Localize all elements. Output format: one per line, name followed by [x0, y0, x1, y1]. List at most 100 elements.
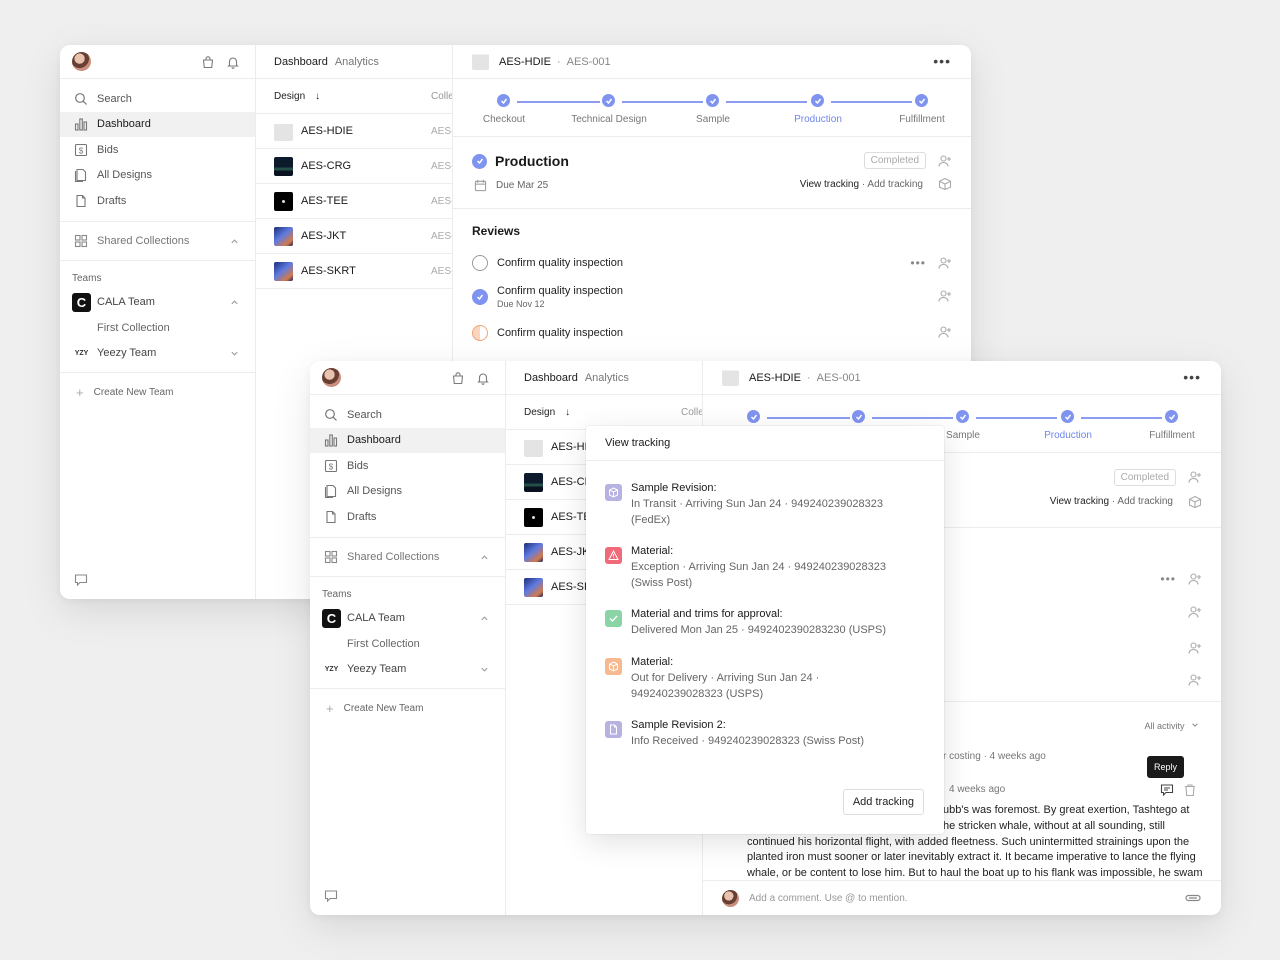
- tab-analytics[interactable]: Analytics: [335, 56, 379, 68]
- tracking-entry[interactable]: Sample Revision 2: Info Received · 949240…: [605, 718, 901, 749]
- sidebar-item-dashboard[interactable]: Dashboard: [60, 111, 255, 137]
- sidebar-item-search[interactable]: Search: [310, 402, 505, 428]
- add-person-icon[interactable]: [1188, 673, 1202, 687]
- team-cala[interactable]: C CALA Team: [310, 606, 505, 632]
- more-options-button[interactable]: •••: [933, 54, 951, 68]
- create-new-team-button[interactable]: + Create New Team: [310, 689, 505, 727]
- bell-icon[interactable]: [226, 55, 240, 69]
- create-new-team-button[interactable]: + Create New Team: [60, 373, 255, 411]
- column-design[interactable]: Design: [274, 91, 305, 102]
- sidebar-item-all-designs[interactable]: All Designs: [60, 163, 255, 189]
- table-row[interactable]: AES-JKT AES-: [256, 219, 454, 254]
- review-item[interactable]: Confirm quality inspection: [472, 325, 623, 341]
- shared-collections[interactable]: Shared Collections: [60, 222, 255, 260]
- step-check-icon[interactable]: [602, 94, 615, 107]
- chevron-up-icon[interactable]: [230, 237, 239, 246]
- table-row[interactable]: AES-TEE AES-: [256, 184, 454, 219]
- package-icon[interactable]: [1188, 495, 1202, 509]
- collection-item[interactable]: First Collection: [310, 631, 505, 657]
- add-tracking-button[interactable]: Add tracking: [842, 789, 924, 815]
- sidebar-item-bids[interactable]: $ Bids: [310, 453, 505, 479]
- add-person-icon[interactable]: [938, 154, 952, 168]
- comment-input[interactable]: Add a comment. Use @ to mention.: [749, 893, 908, 904]
- step-check-icon[interactable]: [811, 94, 824, 107]
- chevron-up-icon[interactable]: [480, 553, 489, 562]
- collection-item[interactable]: First Collection: [60, 315, 255, 341]
- view-tracking-link[interactable]: View tracking: [800, 179, 859, 190]
- add-person-icon[interactable]: [1188, 641, 1202, 655]
- sidebar-item-dashboard[interactable]: Dashboard: [310, 427, 505, 453]
- review-more-button[interactable]: •••: [1160, 572, 1176, 586]
- sort-arrow-icon[interactable]: ↓: [565, 407, 570, 418]
- team-yeezy[interactable]: YZY Yeezy Team: [310, 657, 505, 683]
- chat-icon[interactable]: [324, 889, 338, 903]
- shopping-bag-icon[interactable]: [451, 371, 465, 385]
- add-person-icon[interactable]: [938, 289, 952, 303]
- more-options-button[interactable]: •••: [1183, 370, 1201, 384]
- view-tracking-link[interactable]: View tracking: [1050, 496, 1109, 507]
- chevron-up-icon[interactable]: [230, 298, 239, 307]
- add-person-icon[interactable]: [938, 256, 952, 270]
- sidebar-item-all-designs[interactable]: All Designs: [310, 479, 505, 505]
- sort-arrow-icon[interactable]: ↓: [315, 91, 320, 102]
- step-label[interactable]: Production: [1013, 430, 1123, 441]
- bell-icon[interactable]: [476, 371, 490, 385]
- package-icon[interactable]: [938, 177, 952, 191]
- add-person-icon[interactable]: [1188, 470, 1202, 484]
- step-label[interactable]: Fulfillment: [867, 114, 971, 125]
- activity-filter[interactable]: All activity: [1144, 721, 1199, 731]
- add-person-icon[interactable]: [1188, 572, 1202, 586]
- team-cala[interactable]: C CALA Team: [60, 290, 255, 316]
- avatar[interactable]: [322, 368, 341, 387]
- shopping-bag-icon[interactable]: [201, 55, 215, 69]
- add-tracking-link[interactable]: Add tracking: [1117, 496, 1173, 507]
- step-check-icon[interactable]: [852, 410, 865, 423]
- step-check-icon[interactable]: [497, 94, 510, 107]
- check-icon[interactable]: [472, 289, 488, 305]
- team-yeezy[interactable]: YZY Yeezy Team: [60, 341, 255, 367]
- table-row[interactable]: AES-CRG AES-: [256, 149, 454, 184]
- add-person-icon[interactable]: [938, 325, 952, 339]
- chevron-down-icon[interactable]: [230, 349, 239, 358]
- review-item[interactable]: Confirm quality inspection Due Nov 12: [472, 285, 623, 309]
- column-design[interactable]: Design: [524, 407, 555, 418]
- tab-dashboard[interactable]: Dashboard: [274, 56, 328, 68]
- step-label[interactable]: Technical Design: [554, 114, 664, 125]
- column-collection[interactable]: Colle: [681, 407, 704, 418]
- sidebar-item-drafts[interactable]: Drafts: [60, 188, 255, 214]
- step-label[interactable]: Production: [763, 114, 873, 125]
- tab-dashboard[interactable]: Dashboard: [524, 372, 578, 384]
- add-person-icon[interactable]: [1188, 605, 1202, 619]
- tracking-entry[interactable]: Sample Revision: In Transit · Arriving Su…: [605, 481, 901, 528]
- table-row[interactable]: AES-HDIE AES-: [256, 114, 454, 149]
- step-check-icon[interactable]: [747, 410, 760, 423]
- step-check-icon[interactable]: [1165, 410, 1178, 423]
- tracking-entry[interactable]: Material and trims for approval: Delivere…: [605, 607, 901, 638]
- table-row[interactable]: AES-SKRT AES-: [256, 254, 454, 289]
- step-check-icon[interactable]: [915, 94, 928, 107]
- step-check-icon[interactable]: [706, 94, 719, 107]
- tab-analytics[interactable]: Analytics: [585, 372, 629, 384]
- sidebar-item-search[interactable]: Search: [60, 86, 255, 112]
- step-label[interactable]: Sample: [658, 114, 768, 125]
- tracking-entry[interactable]: Material: Out for Delivery · Arriving Sun…: [605, 655, 901, 702]
- shared-collections[interactable]: Shared Collections: [310, 538, 505, 576]
- chevron-down-icon[interactable]: [480, 665, 489, 674]
- review-more-button[interactable]: •••: [910, 256, 926, 270]
- sidebar-item-drafts[interactable]: Drafts: [310, 504, 505, 530]
- empty-circle-icon[interactable]: [472, 255, 488, 271]
- paperclip-icon[interactable]: [1185, 892, 1201, 904]
- step-label[interactable]: Fulfillment: [1117, 430, 1221, 441]
- reply-icon[interactable]: [1160, 783, 1174, 797]
- review-item[interactable]: Confirm quality inspection: [472, 255, 623, 271]
- step-check-icon[interactable]: [1061, 410, 1074, 423]
- sidebar-item-bids[interactable]: $ Bids: [60, 137, 255, 163]
- in-progress-icon[interactable]: [472, 325, 488, 341]
- step-label[interactable]: Checkout: [449, 114, 559, 125]
- avatar[interactable]: [72, 52, 91, 71]
- chevron-up-icon[interactable]: [480, 614, 489, 623]
- add-tracking-link[interactable]: Add tracking: [867, 179, 923, 190]
- step-check-icon[interactable]: [956, 410, 969, 423]
- chat-icon[interactable]: [74, 573, 88, 587]
- column-collection[interactable]: Colle: [431, 91, 454, 102]
